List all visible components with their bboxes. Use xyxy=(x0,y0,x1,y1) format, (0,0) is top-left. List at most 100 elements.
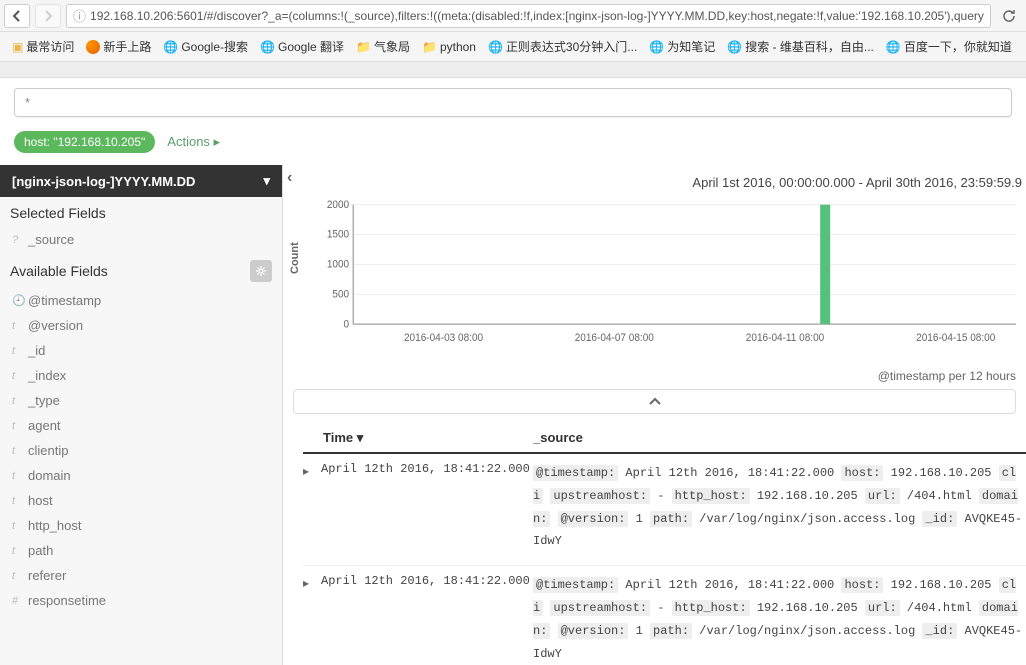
field-type-icon: # xyxy=(12,595,22,607)
field-name: _index xyxy=(28,368,66,383)
field-type-icon: t xyxy=(12,370,22,382)
field-domain[interactable]: tdomain xyxy=(0,463,282,488)
source-key: url: xyxy=(865,600,900,616)
globe-icon: 🌐 xyxy=(886,40,901,54)
svg-text:2016-04-15 08:00: 2016-04-15 08:00 xyxy=(916,333,995,344)
source-cell: @timestamp: April 12th 2016, 18:41:22.00… xyxy=(533,574,1026,665)
bookmark-baidu[interactable]: 🌐百度一下，你就知道 xyxy=(882,36,1016,57)
globe-icon: 🌐 xyxy=(163,40,178,54)
collapse-sidebar-button[interactable]: ‹ xyxy=(287,169,292,187)
field-type-icon: t xyxy=(12,570,22,582)
field-_source[interactable]: ? _source xyxy=(0,227,282,252)
field-name: @timestamp xyxy=(28,293,101,308)
field-name: @version xyxy=(28,318,83,333)
field-path[interactable]: tpath xyxy=(0,538,282,563)
col-header-source[interactable]: _source xyxy=(533,430,1026,446)
filter-pill-host[interactable]: host: "192.168.10.205" xyxy=(14,131,155,153)
svg-text:1500: 1500 xyxy=(327,229,350,240)
source-key: @timestamp: xyxy=(533,465,618,481)
source-key: http_host: xyxy=(672,600,750,616)
field-name: clientip xyxy=(28,443,68,458)
field-type-icon: t xyxy=(12,495,22,507)
bookmark-wiz[interactable]: 🌐为知笔记 xyxy=(645,36,719,57)
filter-actions[interactable]: Actions ▸ xyxy=(167,134,220,150)
field-name: _type xyxy=(28,393,60,408)
table-row: ▸April 12th 2016, 18:41:22.000@timestamp… xyxy=(303,566,1026,665)
bookmark-most-visited[interactable]: ▣最常访问 xyxy=(8,36,78,57)
filter-row: host: "192.168.10.205" Actions ▸ xyxy=(0,125,1026,165)
bookmark-weather[interactable]: 📁气象局 xyxy=(352,36,414,57)
field-@version[interactable]: t@version xyxy=(0,313,282,338)
bookmark-google-translate[interactable]: 🌐Google 翻译 xyxy=(256,36,348,57)
histogram-bar[interactable] xyxy=(820,205,830,324)
globe-icon: 🌐 xyxy=(260,40,275,54)
source-key: path: xyxy=(650,511,692,527)
field-name: agent xyxy=(28,418,61,433)
available-fields-heading: Available Fields xyxy=(0,252,282,288)
field-type-icon: t xyxy=(12,520,22,532)
field-_type[interactable]: t _type xyxy=(0,388,282,413)
field-clientip[interactable]: tclientip xyxy=(0,438,282,463)
globe-icon: 🌐 xyxy=(727,40,742,54)
bookmark-python[interactable]: 📁python xyxy=(418,38,480,56)
field-name: referer xyxy=(28,568,66,583)
field-@timestamp[interactable]: 🕘@timestamp xyxy=(0,288,282,313)
field-type-icon: t xyxy=(12,395,22,407)
col-header-time[interactable]: Time ▾ xyxy=(303,430,533,446)
forward-button[interactable] xyxy=(35,4,61,28)
svg-text:500: 500 xyxy=(332,289,349,300)
field-name: domain xyxy=(28,468,71,483)
source-key: path: xyxy=(650,623,692,639)
source-key: @timestamp: xyxy=(533,577,618,593)
bookmarks-bar: ▣最常访问 新手上路 🌐Google-搜索 🌐Google 翻译 📁气象局 📁p… xyxy=(0,32,1026,62)
back-button[interactable] xyxy=(4,4,30,28)
bookmark-google-search[interactable]: 🌐Google-搜索 xyxy=(159,36,252,57)
url-input[interactable] xyxy=(90,9,984,23)
bookmark-wikipedia[interactable]: 🌐搜索 - 维基百科，自由... xyxy=(723,36,878,57)
field-type-icon: ? xyxy=(12,234,22,246)
bookmark-regex[interactable]: 🌐正则表达式30分钟入门... xyxy=(484,36,641,57)
app-strip xyxy=(0,62,1026,78)
svg-text:0: 0 xyxy=(344,319,350,330)
field-name: _id xyxy=(28,343,45,358)
svg-text:2016-04-11 08:00: 2016-04-11 08:00 xyxy=(746,333,825,344)
time-cell: April 12th 2016, 18:41:22.000 xyxy=(321,462,533,553)
folder-icon: 📁 xyxy=(356,40,371,54)
collapse-chart-button[interactable] xyxy=(293,389,1016,414)
field-http_host[interactable]: thttp_host xyxy=(0,513,282,538)
reload-button[interactable] xyxy=(996,4,1022,28)
search-input[interactable]: * xyxy=(14,88,1012,117)
sort-desc-icon: ▾ xyxy=(357,430,364,445)
url-bar[interactable]: ⓘ xyxy=(66,4,991,28)
source-key: @version: xyxy=(558,511,629,527)
folder-icon: 📁 xyxy=(422,40,437,54)
x-axis-label: @timestamp per 12 hours xyxy=(283,367,1026,385)
field-referer[interactable]: t referer xyxy=(0,563,282,588)
field-name: responsetime xyxy=(28,593,106,608)
field-type-icon: t xyxy=(12,345,22,357)
firefox-icon xyxy=(86,40,100,54)
documents-table: Time ▾ _source ▸April 12th 2016, 18:41:2… xyxy=(283,424,1026,665)
svg-text:2016-04-07 08:00: 2016-04-07 08:00 xyxy=(575,333,654,344)
field-_id[interactable]: t _id xyxy=(0,338,282,363)
field-_index[interactable]: t _index xyxy=(0,363,282,388)
index-pattern-selector[interactable]: [nginx-json-log-]YYYY.MM.DD ▾ xyxy=(0,165,282,197)
time-range-label: April 1st 2016, 00:00:00.000 - April 30t… xyxy=(283,165,1026,194)
discover-content: ‹ April 1st 2016, 00:00:00.000 - April 3… xyxy=(283,165,1026,665)
field-name: _source xyxy=(28,232,74,247)
bookmark-getting-started[interactable]: 新手上路 xyxy=(82,36,155,57)
source-cell: @timestamp: April 12th 2016, 18:41:22.00… xyxy=(533,462,1026,553)
field-type-icon: t xyxy=(12,420,22,432)
selected-fields-heading: Selected Fields xyxy=(0,197,282,227)
gear-icon[interactable] xyxy=(250,260,272,282)
field-host[interactable]: thost xyxy=(0,488,282,513)
histogram-chart: Count 0 500 1000 1500 2000 2016-04-03 xyxy=(283,194,1026,367)
field-responsetime[interactable]: # responsetime xyxy=(0,588,282,613)
expand-row-button[interactable]: ▸ xyxy=(303,574,321,665)
source-key: upstreamhost: xyxy=(550,488,650,504)
expand-row-button[interactable]: ▸ xyxy=(303,462,321,553)
svg-text:2000: 2000 xyxy=(327,200,350,211)
field-agent[interactable]: tagent xyxy=(0,413,282,438)
field-name: path xyxy=(28,543,53,558)
chart-svg: 0 500 1000 1500 2000 2016-04-03 08:00 20… xyxy=(313,194,1016,354)
